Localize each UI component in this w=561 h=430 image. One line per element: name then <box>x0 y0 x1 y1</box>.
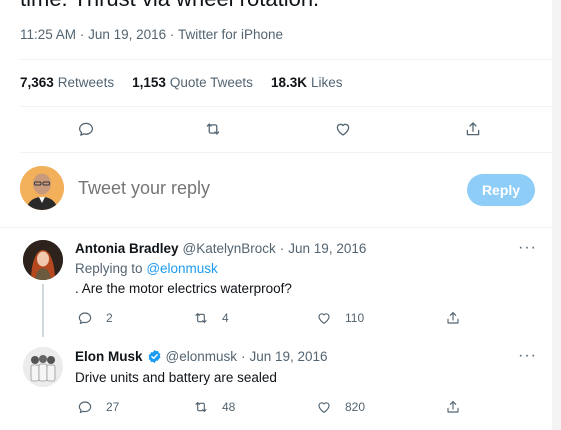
replying-to-label: Replying to <box>75 261 143 276</box>
meta-separator: · <box>79 27 85 42</box>
reply-tweet[interactable]: Elon Musk @elonmusk · Jun 19, 2016 ··· D… <box>0 337 552 430</box>
more-icon[interactable]: ··· <box>518 239 537 257</box>
user-handle[interactable]: @elonmusk <box>166 349 237 364</box>
like-button[interactable]: 110 <box>316 310 364 326</box>
header-separator: · <box>279 241 285 256</box>
stat-quote-tweets[interactable]: 1,153 Quote Tweets <box>132 75 253 90</box>
like-icon <box>318 313 330 324</box>
reply-header: Antonia Bradley @KatelynBrock · Jun 19, … <box>75 241 366 256</box>
share-button[interactable] <box>445 399 461 415</box>
share-icon <box>466 122 480 136</box>
page-gutter <box>553 0 561 430</box>
reply-action-bar: 27 48 820 <box>0 399 552 423</box>
reply-submit-button[interactable]: Reply <box>467 174 535 206</box>
reply-text: . Are the motor electrics waterproof? <box>75 281 292 296</box>
like-button[interactable]: 820 <box>316 399 365 415</box>
tweet-meta: 11:25 AM · Jun 19, 2016 · Twitter for iP… <box>20 27 283 42</box>
avatar-image <box>23 240 63 280</box>
stat-quote-label: Quote Tweets <box>169 75 253 90</box>
more-icon[interactable]: ··· <box>518 347 537 365</box>
like-button[interactable] <box>334 120 352 138</box>
reply-header: Elon Musk @elonmusk · Jun 19, 2016 <box>75 349 328 364</box>
share-icon <box>447 401 459 413</box>
share-button[interactable] <box>464 120 482 138</box>
retweet-icon <box>195 402 207 412</box>
stat-likes[interactable]: 18.3K Likes <box>271 75 343 90</box>
retweet-count: 4 <box>222 311 229 325</box>
replying-to: Replying to @elonmusk <box>75 261 218 276</box>
reply-input[interactable] <box>78 178 378 199</box>
share-icon <box>447 312 459 324</box>
stat-retweets-count: 7,363 <box>20 75 54 90</box>
tweet-source[interactable]: Twitter for iPhone <box>178 27 283 42</box>
tweet-text: time. Thrust via wheel rotation. <box>20 0 319 12</box>
retweet-icon <box>206 123 220 135</box>
replying-to-mention[interactable]: @elonmusk <box>146 261 217 276</box>
user-handle[interactable]: @KatelynBrock <box>183 241 276 256</box>
reply-button[interactable]: 27 <box>77 399 119 415</box>
header-separator: · <box>241 349 246 364</box>
retweet-count: 48 <box>222 400 236 414</box>
divider <box>20 152 552 153</box>
retweet-icon <box>195 313 207 323</box>
like-count: 110 <box>345 311 365 325</box>
divider <box>20 59 552 60</box>
reply-count: 27 <box>106 400 120 414</box>
tweet-date[interactable]: Jun 19, 2016 <box>88 27 166 42</box>
reply-date[interactable]: Jun 19, 2016 <box>288 241 366 256</box>
stat-retweets[interactable]: 7,363 Retweets <box>20 75 114 90</box>
stat-retweets-label: Retweets <box>57 75 115 90</box>
tweet-detail-page: time. Thrust via wheel rotation. 11:25 A… <box>0 0 561 430</box>
stat-likes-label: Likes <box>310 75 343 90</box>
stat-likes-count: 18.3K <box>270 75 307 90</box>
like-count: 820 <box>345 400 366 414</box>
tweet-time: 11:25 AM <box>20 27 77 42</box>
share-button[interactable] <box>445 310 461 326</box>
engagement-stats: 7,363 Retweets 1,153 Quote Tweets 18.3K Lik… <box>20 75 342 90</box>
reply-icon <box>78 122 94 136</box>
like-icon <box>336 123 350 136</box>
reply-date[interactable]: Jun 19, 2016 <box>250 349 328 364</box>
reply-text: Drive units and battery are sealed <box>75 370 277 385</box>
stat-quote-count: 1,153 <box>132 75 166 90</box>
divider <box>20 106 552 107</box>
retweet-button[interactable] <box>204 120 222 138</box>
meta-separator: · <box>169 27 175 42</box>
reply-icon <box>78 312 92 325</box>
reply-button[interactable]: 2 <box>77 310 113 326</box>
reply-tweet[interactable]: Antonia Bradley @KatelynBrock · Jun 19, … <box>0 228 552 337</box>
reply-count: 2 <box>106 311 113 325</box>
reply-composer: Reply <box>20 166 552 212</box>
verified-badge-icon <box>148 349 160 364</box>
my-avatar-image <box>20 166 64 210</box>
reply-action-bar: 2 4 110 <box>0 310 552 334</box>
tweet-action-bar <box>0 120 552 144</box>
retweet-button[interactable]: 48 <box>193 399 235 415</box>
retweet-button[interactable]: 4 <box>193 310 229 326</box>
display-name[interactable]: Elon Musk <box>75 349 143 364</box>
reply-icon <box>78 401 92 414</box>
reply-button[interactable] <box>77 120 95 138</box>
like-icon <box>318 402 330 413</box>
display-name[interactable]: Antonia Bradley <box>75 241 179 256</box>
my-avatar[interactable] <box>20 166 64 210</box>
avatar[interactable] <box>23 240 63 280</box>
avatar-image <box>23 347 63 387</box>
avatar[interactable] <box>23 347 63 387</box>
